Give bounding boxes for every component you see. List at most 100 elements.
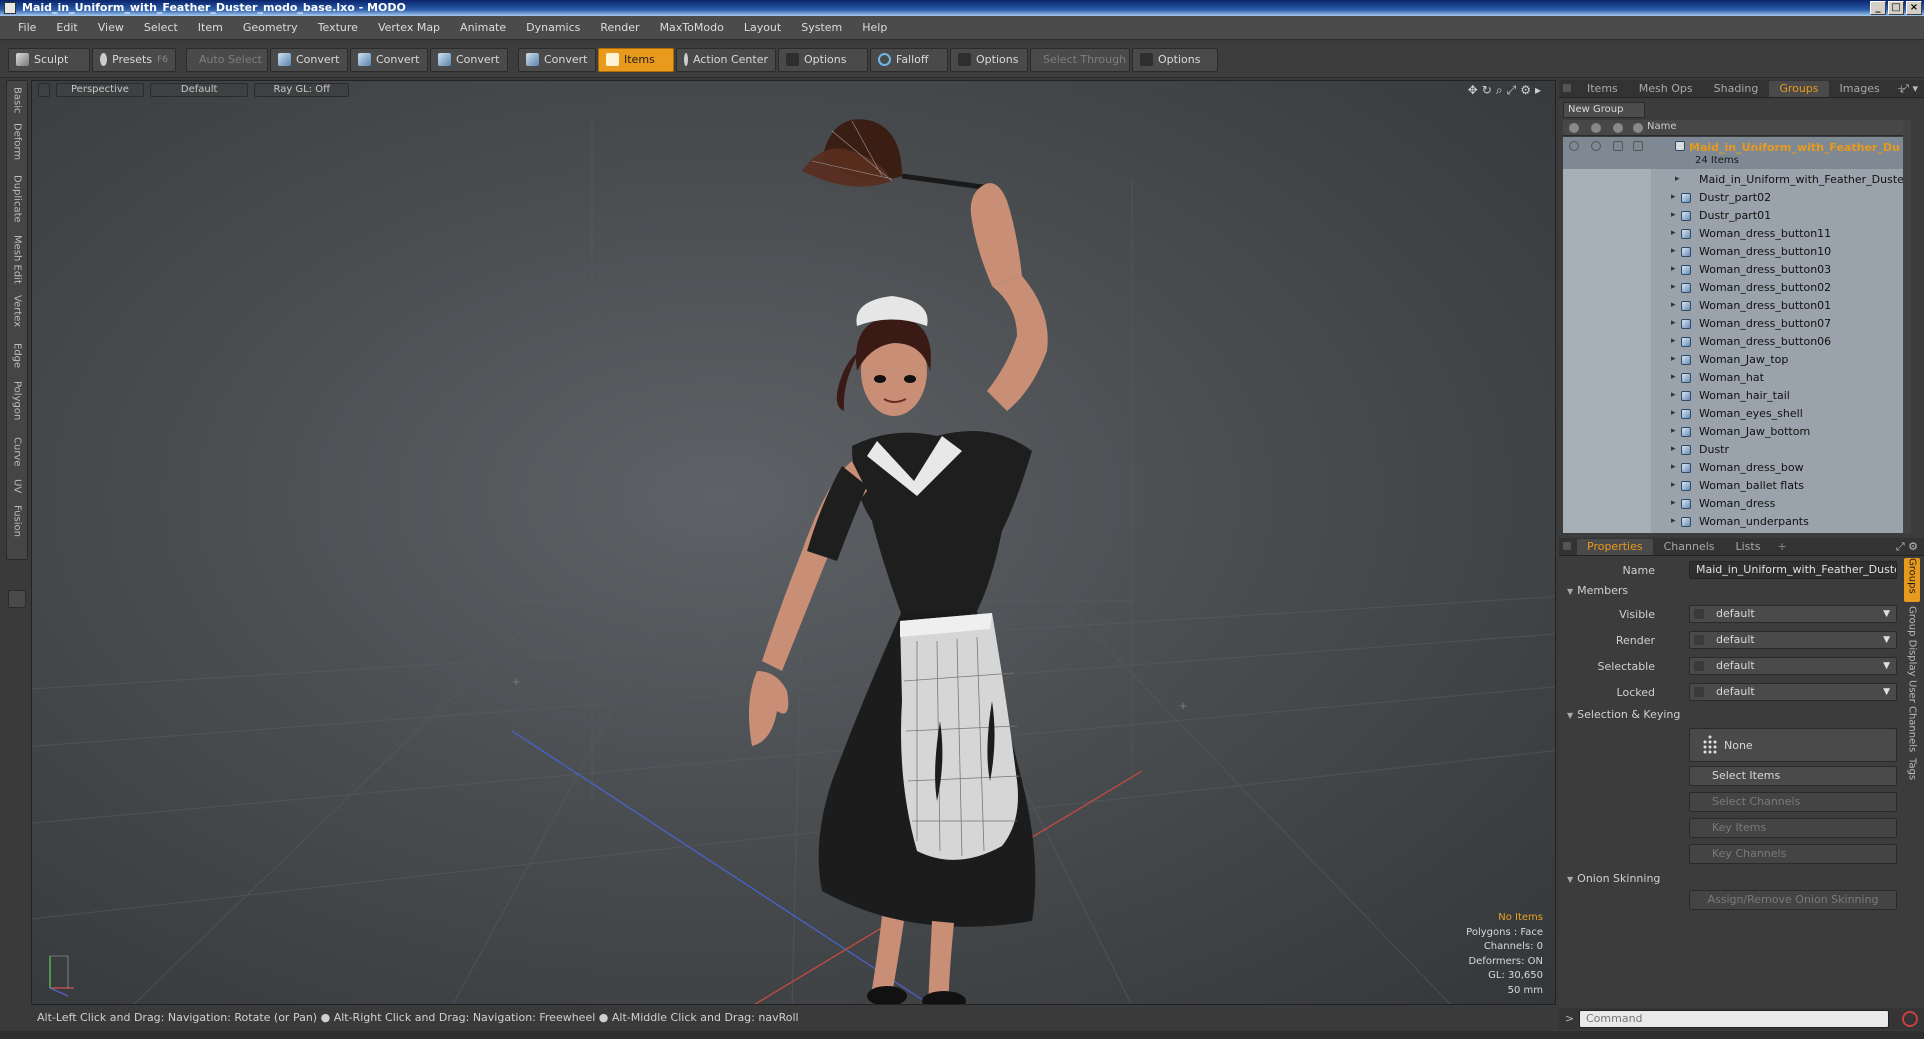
tab-channels[interactable]: Channels	[1654, 539, 1725, 555]
tab-lists[interactable]: Lists	[1726, 539, 1771, 555]
chevron-right-icon[interactable]: ▸	[1671, 264, 1676, 274]
menu-animate[interactable]: Animate	[450, 21, 516, 34]
tab-shading[interactable]: Shading	[1704, 81, 1769, 97]
list-item[interactable]: ▸ Woman_dress_bow	[1563, 459, 1903, 477]
tab-edge[interactable]: Edge	[7, 343, 27, 368]
tab-duplicate[interactable]: Duplicate	[7, 175, 27, 223]
locked-dropdown[interactable]: default ▼	[1689, 683, 1897, 701]
maximize-button[interactable]: □	[1888, 1, 1904, 15]
tab-items[interactable]: Items	[1577, 81, 1628, 97]
record-macro-icon[interactable]	[1902, 1011, 1918, 1027]
chevron-right-icon[interactable]: ▸	[1671, 228, 1676, 238]
render-dropdown[interactable]: default ▼	[1689, 631, 1897, 649]
sculpt-button[interactable]: Sculpt	[8, 47, 90, 72]
shading-dropdown[interactable]: Default	[149, 83, 249, 97]
list-item[interactable]: ▸ Woman_eyes_shell	[1563, 405, 1903, 423]
chevron-right-icon[interactable]: ▸	[1671, 336, 1676, 346]
tab-vertex[interactable]: Vertex	[7, 295, 27, 327]
close-button[interactable]: ×	[1906, 1, 1922, 15]
chevron-right-icon[interactable]: ▸	[1671, 408, 1676, 418]
visibility-column-icon[interactable]	[1569, 123, 1579, 133]
select-channels-button[interactable]: Select Channels	[1689, 792, 1897, 812]
3d-viewport[interactable]: + + Perspective Default Ray GL: Off ✥ ↻ …	[31, 80, 1556, 1005]
menu-maxtomodo[interactable]: MaxToModo	[650, 21, 734, 34]
side-tab-groups[interactable]: Groups	[1904, 558, 1920, 602]
tab-groups[interactable]: Groups	[1769, 81, 1829, 97]
render-column-icon[interactable]	[1591, 123, 1601, 133]
members-section[interactable]: ▼ Members	[1567, 584, 1628, 597]
list-item[interactable]: ▸ Woman_hair_tail	[1563, 387, 1903, 405]
tab-polygon[interactable]: Polygon	[7, 381, 27, 420]
side-tab-user-channels[interactable]: User Channels	[1904, 680, 1920, 752]
menu-vertex-map[interactable]: Vertex Map	[368, 21, 450, 34]
chevron-right-icon[interactable]: ▸	[1671, 318, 1676, 328]
auto-select-button[interactable]: Auto Select	[186, 47, 268, 72]
groups-list-scrollbar[interactable]	[1903, 120, 1911, 533]
key-items-button[interactable]: Key Items	[1689, 818, 1897, 838]
name-column-header[interactable]: Name	[1647, 121, 1677, 132]
visibility-toggle[interactable]	[1569, 141, 1579, 151]
chevron-right-icon[interactable]: ▸	[1671, 210, 1676, 220]
list-item[interactable]: ▸ Woman_dress_button02	[1563, 279, 1903, 297]
select-through-options-button[interactable]: Options	[1132, 47, 1218, 72]
group-row[interactable]: Maid_in_Uniform_with_Feather_Du ... 24 I…	[1563, 137, 1903, 169]
zoom-icon[interactable]: ⌕	[1496, 83, 1503, 97]
lock-toggle[interactable]	[1633, 141, 1643, 151]
tab-fusion[interactable]: Fusion	[7, 505, 27, 537]
maximize-panel-icon[interactable]: ⤢ ▾	[1900, 82, 1918, 96]
tab-curve[interactable]: Curve	[7, 437, 27, 467]
render-toggle[interactable]	[1591, 141, 1601, 151]
menu-texture[interactable]: Texture	[308, 21, 368, 34]
list-item[interactable]: ▸ Woman_underpants	[1563, 513, 1903, 531]
onion-skinning-section[interactable]: ▼ Onion Skinning	[1567, 872, 1660, 885]
selection-keying-section[interactable]: ▼ Selection & Keying	[1567, 708, 1680, 721]
pan-icon[interactable]: ✥	[1468, 83, 1478, 97]
list-item[interactable]: ▸ Dustr	[1563, 441, 1903, 459]
new-group-button[interactable]: New Group	[1563, 102, 1645, 118]
chevron-right-icon[interactable]: ▸	[1671, 462, 1676, 472]
minimize-button[interactable]: _	[1870, 1, 1886, 15]
chevron-right-icon[interactable]: ▸	[1671, 498, 1676, 508]
convert-button-1[interactable]: Convert	[270, 47, 348, 72]
select-toggle[interactable]	[1613, 141, 1623, 151]
none-selection-button[interactable]: None	[1689, 728, 1897, 762]
list-item[interactable]: ▸ Woman_dress_button01	[1563, 297, 1903, 315]
chevron-right-icon[interactable]: ▸	[1671, 390, 1676, 400]
tab-deform[interactable]: Deform	[7, 123, 27, 160]
convert-button-3[interactable]: Convert	[430, 47, 508, 72]
assign-onion-skinning-button[interactable]: Assign/Remove Onion Skinning	[1689, 890, 1897, 910]
menu-layout[interactable]: Layout	[734, 21, 791, 34]
menu-dynamics[interactable]: Dynamics	[516, 21, 590, 34]
chevron-right-icon[interactable]: ▸	[1671, 516, 1676, 526]
gear-icon[interactable]: ⚙	[1520, 83, 1531, 97]
action-center-button[interactable]: Action Center	[676, 47, 776, 72]
view-type-dropdown[interactable]: Perspective	[56, 83, 144, 97]
chevron-right-icon[interactable]: ▸	[1671, 354, 1676, 364]
list-item[interactable]: ▸ Dustr_part01	[1563, 207, 1903, 225]
list-item[interactable]: ▸ Dustr_part02	[1563, 189, 1903, 207]
action-center-options-button[interactable]: Options	[778, 47, 868, 72]
chevron-right-icon[interactable]: ▸	[1671, 480, 1676, 490]
select-items-button[interactable]: Select Items	[1689, 766, 1897, 786]
items-mode-button[interactable]: Items	[598, 47, 674, 72]
list-item[interactable]: ▸ Woman_ballet flats	[1563, 477, 1903, 495]
command-input[interactable]: Command	[1579, 1010, 1889, 1028]
panel-grip-icon[interactable]	[1563, 84, 1571, 92]
tab-mesh-edit[interactable]: Mesh Edit	[7, 235, 27, 284]
chevron-right-icon[interactable]: ▸	[1671, 300, 1676, 310]
list-item[interactable]: ▸ Woman_dress_button03	[1563, 261, 1903, 279]
chevron-right-icon[interactable]: ▸	[1671, 426, 1676, 436]
menu-edit[interactable]: Edit	[46, 21, 87, 34]
menu-view[interactable]: View	[88, 21, 134, 34]
menu-select[interactable]: Select	[134, 21, 188, 34]
panel-grip-icon[interactable]	[1563, 542, 1571, 550]
presets-button[interactable]: Presets F6	[92, 47, 176, 72]
side-tab-tags[interactable]: Tags	[1904, 758, 1920, 780]
chevron-right-icon[interactable]: ▸	[1671, 444, 1676, 454]
select-through-button[interactable]: Select Through	[1030, 47, 1130, 72]
fit-icon[interactable]: ⤢	[1507, 83, 1517, 97]
key-channels-button[interactable]: Key Channels	[1689, 844, 1897, 864]
tab-basic[interactable]: Basic	[7, 87, 27, 113]
tab-uv[interactable]: UV	[7, 479, 27, 493]
menu-file[interactable]: File	[8, 21, 46, 34]
